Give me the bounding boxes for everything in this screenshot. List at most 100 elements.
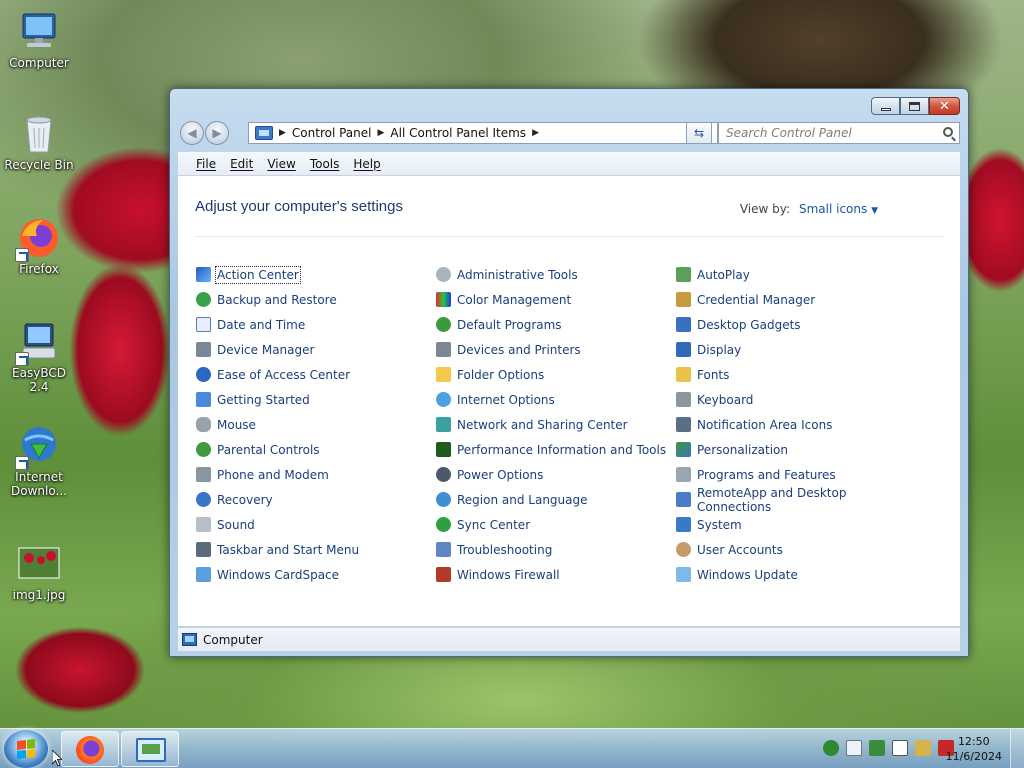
item-taskbar-start-menu[interactable]: Taskbar and Start Menu <box>196 537 436 562</box>
desktop-icon-img1[interactable]: img1.jpg <box>1 542 77 602</box>
item-sound[interactable]: Sound <box>196 512 436 537</box>
item-getting-started[interactable]: Getting Started <box>196 387 436 412</box>
back-button[interactable]: ◀ <box>180 121 204 145</box>
desktop-icon-internet-download[interactable]: Internet Downlo... <box>1 424 77 498</box>
menu-file[interactable]: File <box>196 157 216 171</box>
item-action-center[interactable]: Action Center <box>196 262 436 287</box>
show-desktop-button[interactable] <box>1010 729 1024 768</box>
breadcrumb-control-panel[interactable]: Control Panel <box>292 126 372 140</box>
item-programs-features[interactable]: Programs and Features <box>676 462 916 487</box>
item-parental-controls[interactable]: Parental Controls <box>196 437 436 462</box>
minimize-icon <box>880 107 891 111</box>
item-administrative-tools[interactable]: Administrative Tools <box>436 262 676 287</box>
search-box[interactable] <box>718 122 960 144</box>
desktop-icon-label: Recycle Bin <box>4 158 74 172</box>
item-phone-modem[interactable]: Phone and Modem <box>196 462 436 487</box>
minimize-button[interactable] <box>871 97 900 115</box>
network-status-tray-icon[interactable] <box>915 740 931 756</box>
chevron-right-icon[interactable]: ▶ <box>532 128 539 138</box>
desktop-icon-computer[interactable]: Computer <box>1 10 77 70</box>
printer-icon <box>436 342 451 357</box>
maximize-button[interactable] <box>900 97 929 115</box>
mouse-cursor-icon <box>52 750 62 766</box>
item-sync-center[interactable]: Sync Center <box>436 512 676 537</box>
item-ease-of-access[interactable]: Ease of Access Center <box>196 362 436 387</box>
item-troubleshooting[interactable]: Troubleshooting <box>436 537 676 562</box>
item-notification-area-icons[interactable]: Notification Area Icons <box>676 412 916 437</box>
close-button[interactable]: ✕ <box>929 97 960 115</box>
item-credential-manager[interactable]: Credential Manager <box>676 287 916 312</box>
desktop-icon-easybcd[interactable]: EasyBCD 2.4 <box>1 320 77 394</box>
item-personalization[interactable]: Personalization <box>676 437 916 462</box>
item-label: Devices and Printers <box>457 342 581 357</box>
item-power-options[interactable]: Power Options <box>436 462 676 487</box>
item-recovery[interactable]: Recovery <box>196 487 436 512</box>
search-input[interactable] <box>726 126 926 140</box>
refresh-button[interactable]: ⇆ <box>686 122 712 144</box>
flag-tray-icon[interactable] <box>892 740 908 756</box>
item-backup-restore[interactable]: Backup and Restore <box>196 287 436 312</box>
phone-icon <box>196 467 211 482</box>
item-date-time[interactable]: Date and Time <box>196 312 436 337</box>
item-performance[interactable]: Performance Information and Tools <box>436 437 676 462</box>
item-device-manager[interactable]: Device Manager <box>196 337 436 362</box>
shield-tray-icon[interactable] <box>869 740 885 756</box>
item-folder-options[interactable]: Folder Options <box>436 362 676 387</box>
default-programs-icon <box>436 317 451 332</box>
item-system[interactable]: System <box>676 512 916 537</box>
item-region-language[interactable]: Region and Language <box>436 487 676 512</box>
item-desktop-gadgets[interactable]: Desktop Gadgets <box>676 312 916 337</box>
menu-edit[interactable]: Edit <box>230 157 253 171</box>
item-default-programs[interactable]: Default Programs <box>436 312 676 337</box>
system-tray <box>823 740 954 756</box>
item-windows-update[interactable]: Windows Update <box>676 562 916 587</box>
desktop-icon-firefox[interactable]: Firefox <box>1 216 77 276</box>
item-label: Date and Time <box>217 317 306 332</box>
view-by-dropdown[interactable]: Small icons ▼ <box>799 202 878 216</box>
power-icon <box>436 467 451 482</box>
chevron-right-icon[interactable]: ▶ <box>279 128 286 138</box>
item-remoteapp[interactable]: RemoteApp and Desktop Connections <box>676 486 916 514</box>
item-label: Programs and Features <box>697 467 836 482</box>
item-label: Folder Options <box>457 367 545 382</box>
item-internet-options[interactable]: Internet Options <box>436 387 676 412</box>
sync-icon <box>436 517 451 532</box>
speaker-icon <box>196 517 211 532</box>
network-tray-icon[interactable] <box>823 740 839 756</box>
gadgets-icon <box>676 317 691 332</box>
item-display[interactable]: Display <box>676 337 916 362</box>
menu-tools[interactable]: Tools <box>310 157 340 171</box>
start-button[interactable] <box>4 730 48 768</box>
menu-help[interactable]: Help <box>353 157 380 171</box>
item-windows-cardspace[interactable]: Windows CardSpace <box>196 562 436 587</box>
item-windows-firewall[interactable]: Windows Firewall <box>436 562 676 587</box>
item-fonts[interactable]: Fonts <box>676 362 916 387</box>
desktop-icon-recycle-bin[interactable]: Recycle Bin <box>1 112 77 172</box>
item-keyboard[interactable]: Keyboard <box>676 387 916 412</box>
page-title: Adjust your computer's settings <box>195 198 403 215</box>
item-mouse[interactable]: Mouse <box>196 412 436 437</box>
search-icon[interactable] <box>943 127 953 137</box>
chevron-right-icon[interactable]: ▶ <box>378 128 385 138</box>
clock[interactable]: 12:50 11/6/2024 <box>946 734 1002 764</box>
device-manager-icon <box>196 342 211 357</box>
network-icon <box>436 417 451 432</box>
address-bar[interactable]: ▶ Control Panel ▶ All Control Panel Item… <box>248 122 718 144</box>
breadcrumb-all-items[interactable]: All Control Panel Items <box>390 126 526 140</box>
item-label: Parental Controls <box>217 442 320 457</box>
taskbar-firefox-button[interactable] <box>61 731 119 767</box>
refresh-icon: ⇆ <box>693 126 705 140</box>
item-user-accounts[interactable]: User Accounts <box>676 537 916 562</box>
computer-icon <box>17 10 61 54</box>
item-label: Desktop Gadgets <box>697 317 801 332</box>
taskbar-control-panel-button[interactable] <box>121 731 179 767</box>
item-label: Taskbar and Start Menu <box>217 542 360 557</box>
forward-button[interactable]: ▶ <box>205 121 229 145</box>
item-devices-printers[interactable]: Devices and Printers <box>436 337 676 362</box>
item-color-management[interactable]: Color Management <box>436 287 676 312</box>
item-autoplay[interactable]: AutoPlay <box>676 262 916 287</box>
item-network-sharing[interactable]: Network and Sharing Center <box>436 412 676 437</box>
cardspace-icon <box>196 567 211 582</box>
document-tray-icon[interactable] <box>846 740 862 756</box>
menu-view[interactable]: View <box>267 157 295 171</box>
